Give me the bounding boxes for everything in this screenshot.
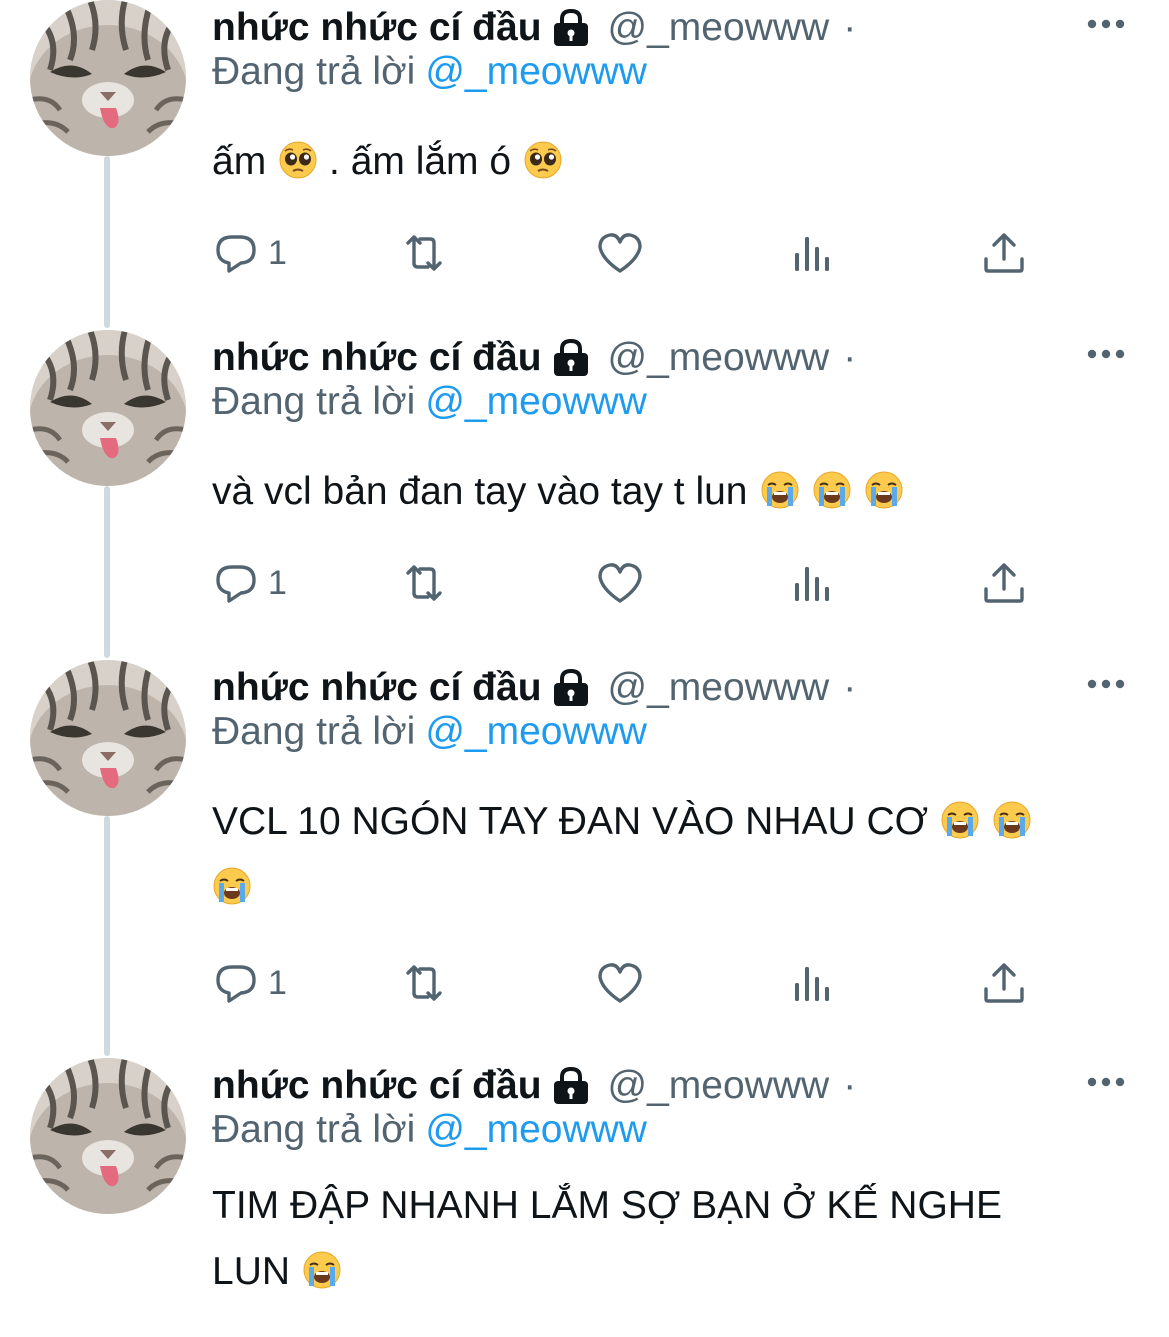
more-options-icon[interactable] xyxy=(1086,1072,1126,1092)
author-handle[interactable]: @_meowww xyxy=(608,1064,830,1108)
more-options-icon[interactable] xyxy=(1086,674,1126,694)
share-button[interactable] xyxy=(980,958,1028,1008)
tweet-text-part: LUN xyxy=(212,1250,291,1293)
reply-count: 1 xyxy=(268,963,287,1002)
tweet-actions: 1 xyxy=(212,558,1072,608)
like-button[interactable] xyxy=(596,958,644,1008)
loudly-crying-face-emoji xyxy=(812,470,852,510)
separator-dot: · xyxy=(843,666,857,709)
loudly-crying-face-emoji xyxy=(864,470,904,510)
tweet[interactable]: nhức nhức cí đầu @_meowww · Đang trả lời… xyxy=(0,1058,1169,1337)
pleading-face-emoji xyxy=(523,140,563,180)
loudly-crying-face-emoji xyxy=(992,800,1032,840)
replying-to: Đang trả lời @_meowww xyxy=(212,50,647,94)
pleading-face-emoji xyxy=(278,140,318,180)
reply-button[interactable]: 1 xyxy=(212,228,287,278)
tweet-text-part: VCL 10 NGÓN TAY ĐAN VÀO NHAU CƠ xyxy=(212,800,929,843)
avatar[interactable] xyxy=(30,330,186,486)
tweet-header: nhức nhức cí đầu @_meowww · xyxy=(212,660,856,716)
replying-to: Đang trả lời @_meowww xyxy=(212,1108,647,1152)
like-icon xyxy=(596,959,644,1007)
tweet-text-part: và vcl bản đan tay vào tay t lun xyxy=(212,470,748,513)
reply-button[interactable]: 1 xyxy=(212,558,287,608)
more-options-icon[interactable] xyxy=(1086,14,1126,34)
tweet[interactable]: nhức nhức cí đầu @_meowww · Đang trả lời… xyxy=(0,0,1169,330)
tweet-text-part: ấm xyxy=(212,140,267,183)
reply-mention-link[interactable]: @_meowww xyxy=(425,380,647,423)
like-icon xyxy=(596,229,644,277)
analytics-icon xyxy=(788,229,836,277)
retweet-button[interactable] xyxy=(400,228,448,278)
tweet-header: nhức nhức cí đầu @_meowww · xyxy=(212,1058,856,1114)
author-name[interactable]: nhức nhức cí đầu xyxy=(212,666,542,710)
retweet-button[interactable] xyxy=(400,958,448,1008)
reply-button[interactable]: 1 xyxy=(212,958,287,1008)
replying-to-label: Đang trả lời xyxy=(212,710,416,753)
reply-mention-link[interactable]: @_meowww xyxy=(425,50,647,93)
avatar[interactable] xyxy=(30,1058,186,1214)
separator-dot: · xyxy=(843,6,857,49)
author-handle[interactable]: @_meowww xyxy=(608,336,830,380)
analytics-button[interactable] xyxy=(788,228,836,278)
tweet-header: nhức nhức cí đầu @_meowww · xyxy=(212,0,856,56)
retweet-icon xyxy=(400,229,448,277)
tweet-header: nhức nhức cí đầu @_meowww · xyxy=(212,330,856,386)
reply-icon xyxy=(212,229,260,277)
tweet-actions: 1 xyxy=(212,228,1072,278)
retweet-icon xyxy=(400,959,448,1007)
share-icon xyxy=(980,959,1028,1007)
reply-icon xyxy=(212,559,260,607)
reply-mention-link[interactable]: @_meowww xyxy=(425,710,647,753)
analytics-button[interactable] xyxy=(788,958,836,1008)
analytics-icon xyxy=(788,559,836,607)
tweet-actions: 1 xyxy=(212,958,1072,1008)
reply-icon xyxy=(212,959,260,1007)
replying-to-label: Đang trả lời xyxy=(212,1108,416,1151)
avatar[interactable] xyxy=(30,660,186,816)
lock-icon xyxy=(550,338,592,378)
share-button[interactable] xyxy=(980,228,1028,278)
share-button[interactable] xyxy=(980,558,1028,608)
loudly-crying-face-emoji xyxy=(302,1250,342,1290)
author-name[interactable]: nhức nhức cí đầu xyxy=(212,6,542,50)
tweet-text: TIM ĐẬP NHANH LẮM SỢ BẠN Ở KẾ NGHE LUN xyxy=(212,1173,1112,1305)
loudly-crying-face-emoji xyxy=(212,866,252,906)
tweet[interactable]: nhức nhức cí đầu @_meowww · Đang trả lời… xyxy=(0,660,1169,1058)
tweet[interactable]: nhức nhức cí đầu @_meowww · Đang trả lời… xyxy=(0,330,1169,660)
lock-icon xyxy=(550,1066,592,1106)
loudly-crying-face-emoji xyxy=(940,800,980,840)
replying-to-label: Đang trả lời xyxy=(212,380,416,423)
reply-count: 1 xyxy=(268,563,287,602)
avatar[interactable] xyxy=(30,0,186,156)
lock-icon xyxy=(550,668,592,708)
replying-to: Đang trả lời @_meowww xyxy=(212,710,647,754)
more-options-icon[interactable] xyxy=(1086,344,1126,364)
share-icon xyxy=(980,559,1028,607)
tweet-text: ấm . ấm lắm ó xyxy=(212,129,1112,195)
author-handle[interactable]: @_meowww xyxy=(608,666,830,710)
reply-mention-link[interactable]: @_meowww xyxy=(425,1108,647,1151)
retweet-icon xyxy=(400,559,448,607)
tweet-text-part: . ấm lắm ó xyxy=(318,140,512,183)
tweet-text-part: TIM ĐẬP NHANH LẮM SỢ BẠN Ở KẾ NGHE xyxy=(212,1184,1002,1227)
retweet-button[interactable] xyxy=(400,558,448,608)
tweet-text: và vcl bản đan tay vào tay t lun xyxy=(212,459,1112,525)
like-button[interactable] xyxy=(596,228,644,278)
separator-dot: · xyxy=(843,336,857,379)
analytics-icon xyxy=(788,959,836,1007)
author-name[interactable]: nhức nhức cí đầu xyxy=(212,336,542,380)
loudly-crying-face-emoji xyxy=(760,470,800,510)
tweet-text: VCL 10 NGÓN TAY ĐAN VÀO NHAU CƠ xyxy=(212,789,1112,921)
like-button[interactable] xyxy=(596,558,644,608)
author-handle[interactable]: @_meowww xyxy=(608,6,830,50)
analytics-button[interactable] xyxy=(788,558,836,608)
lock-icon xyxy=(550,8,592,48)
like-icon xyxy=(596,559,644,607)
share-icon xyxy=(980,229,1028,277)
author-name[interactable]: nhức nhức cí đầu xyxy=(212,1064,542,1108)
replying-to: Đang trả lời @_meowww xyxy=(212,380,647,424)
replying-to-label: Đang trả lời xyxy=(212,50,416,93)
reply-count: 1 xyxy=(268,233,287,272)
separator-dot: · xyxy=(843,1064,857,1107)
